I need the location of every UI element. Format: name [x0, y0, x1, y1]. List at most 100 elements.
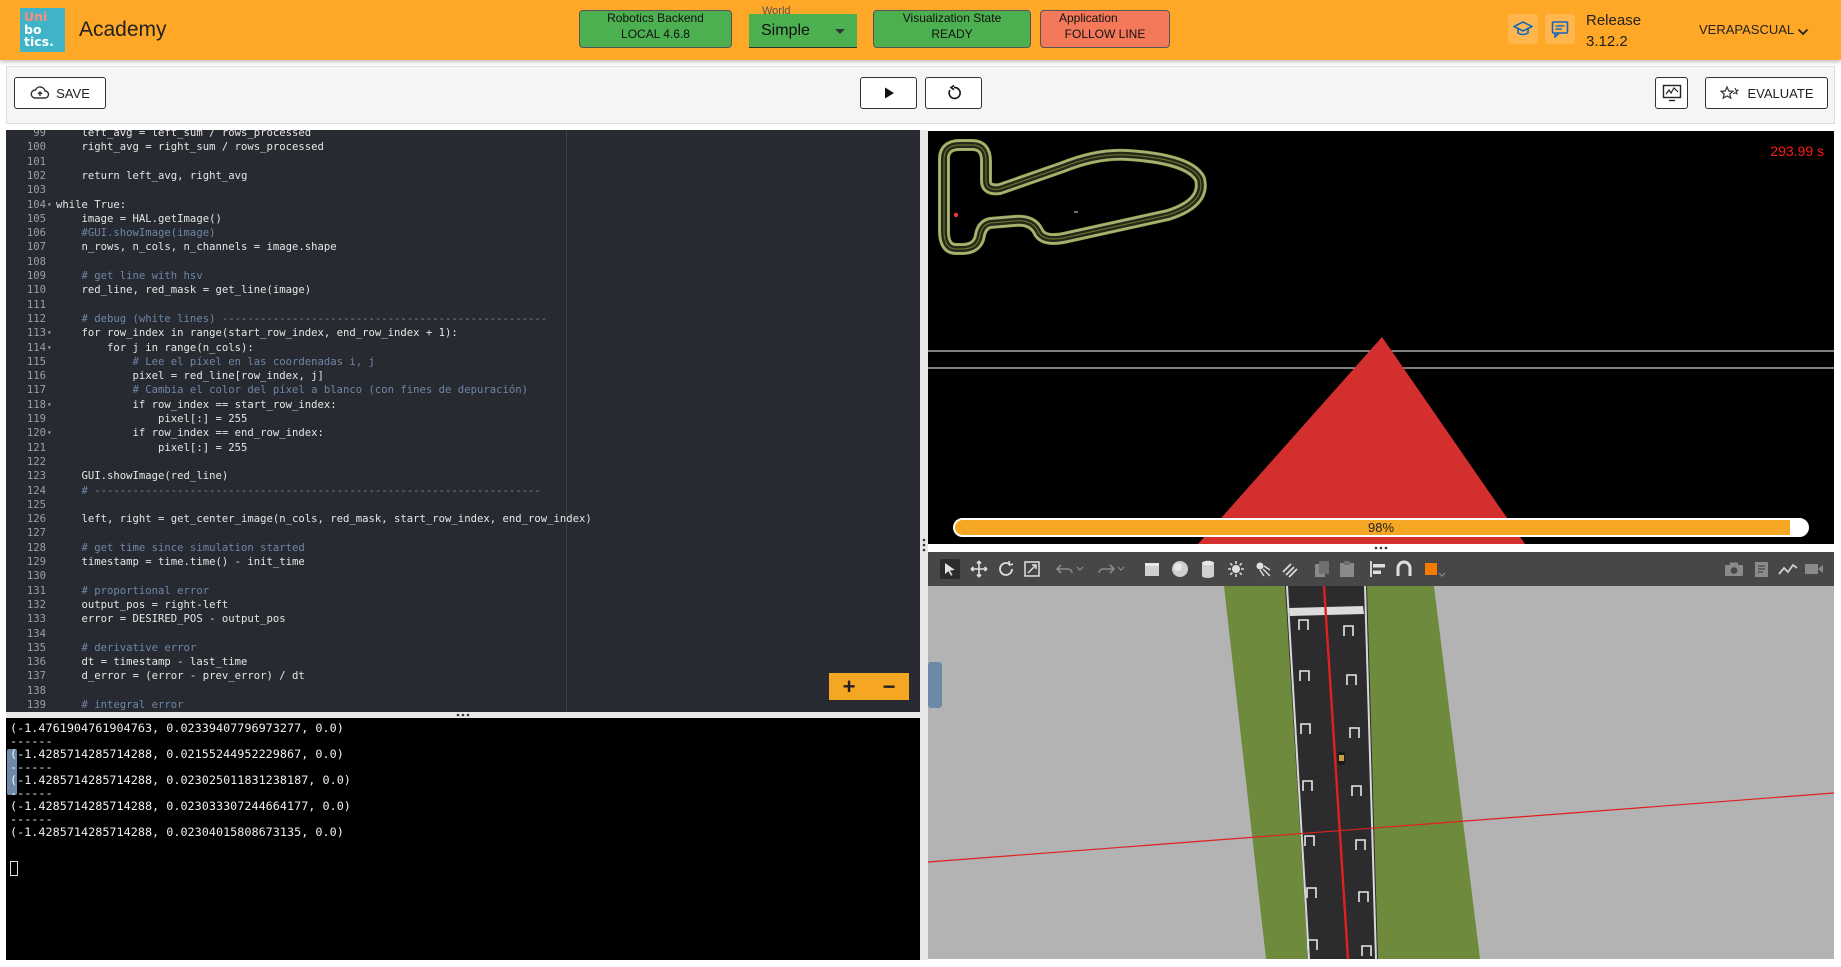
paste-icon[interactable] — [1337, 559, 1357, 579]
code-line[interactable]: 124 # ----------------------------------… — [6, 484, 541, 498]
evaluate-button[interactable]: EVALUATE — [1705, 77, 1828, 109]
robotics-backend-caption: Robotics Backend — [607, 11, 704, 25]
drag-handle-icon[interactable] — [1374, 546, 1388, 550]
spot-light-icon[interactable] — [1253, 559, 1273, 579]
code-line[interactable]: 131 # proportional error — [6, 584, 209, 598]
code-line[interactable]: 103 — [6, 183, 56, 197]
redo-menu-icon[interactable] — [1116, 559, 1126, 579]
application-value: FOLLOW LINE — [1064, 27, 1146, 41]
code-line[interactable]: 138 — [6, 684, 56, 698]
world-select[interactable]: World Simple — [749, 5, 857, 48]
translate-icon[interactable] — [969, 559, 989, 579]
code-text: # integral error — [56, 699, 184, 711]
code-line[interactable]: 126 left, right = get_center_image(n_col… — [6, 512, 592, 526]
log-icon[interactable] — [1752, 559, 1772, 579]
code-line[interactable]: 100 right_avg = right_sum / rows_process… — [6, 140, 324, 154]
view-angle-icon[interactable] — [1422, 559, 1448, 579]
vertical-splitter[interactable] — [920, 130, 928, 960]
code-line[interactable]: 121 pixel[:] = 255 — [6, 441, 247, 455]
code-line[interactable]: 102 return left_avg, right_avg — [6, 169, 247, 183]
code-line[interactable]: 133 error = DESIRED_POS - output_pos — [6, 612, 286, 626]
reset-icon — [947, 85, 961, 100]
code-line[interactable]: 122 — [6, 455, 56, 469]
code-line[interactable]: 108 — [6, 255, 56, 269]
robotics-backend-button[interactable]: Robotics Backend LOCAL 4.6.8 — [579, 10, 732, 48]
code-line[interactable]: 104 ▾ while True: — [6, 198, 126, 212]
camera-screenshot-icon[interactable] — [1724, 559, 1744, 579]
chevron-down-icon[interactable] — [1797, 24, 1809, 42]
visualization-state-button[interactable]: Visualization State READY — [873, 10, 1031, 48]
code-line[interactable]: 106 #GUI.showImage(image) — [6, 226, 216, 240]
zoom-in-button[interactable]: + — [829, 673, 869, 700]
code-line[interactable]: 116 pixel = red_line[row_index, j] — [6, 369, 324, 383]
release-label: Release — [1586, 12, 1642, 29]
user-menu[interactable]: VERAPASCUAL — [1699, 22, 1794, 37]
cylinder-shape-icon[interactable] — [1198, 559, 1218, 579]
code-line[interactable]: 119 pixel[:] = 255 — [6, 412, 247, 426]
copy-icon[interactable] — [1312, 559, 1332, 579]
application-button[interactable]: Application FOLLOW LINE — [1040, 10, 1170, 48]
code-line[interactable]: 114 ▾ for j in range(n_cols): — [6, 341, 254, 355]
monitor-button[interactable] — [1655, 77, 1688, 109]
code-editor[interactable]: 99 left_avg = left_sum / rows_processed 1… — [6, 130, 920, 712]
directional-light-icon[interactable] — [1280, 559, 1300, 579]
undo-menu-icon[interactable] — [1075, 559, 1085, 579]
code-line[interactable]: 99 left_avg = left_sum / rows_processed — [6, 130, 311, 140]
code-line[interactable]: 105 image = HAL.getImage() — [6, 212, 222, 226]
code-line[interactable]: 125 — [6, 498, 56, 512]
snap-magnet-icon[interactable] — [1394, 559, 1414, 579]
plot-icon[interactable] — [1778, 559, 1798, 579]
fold-toggle-icon[interactable]: ▾ — [47, 341, 52, 355]
gazebo-scene[interactable] — [928, 552, 1834, 959]
play-button[interactable] — [860, 77, 917, 109]
graduation-cap-icon[interactable] — [1508, 14, 1538, 44]
code-line[interactable]: 113 ▾ for row_index in range(start_row_in… — [6, 326, 458, 340]
code-line[interactable]: 127 — [6, 526, 56, 540]
reset-button[interactable] — [925, 77, 982, 109]
code-line[interactable]: 134 — [6, 627, 56, 641]
code-line[interactable]: 132 output_pos = right-left — [6, 598, 228, 612]
code-line[interactable]: 117 # Cambia el color del píxel a blanco… — [6, 383, 528, 397]
code-line[interactable]: 139 # integral error — [6, 698, 184, 712]
code-line[interactable]: 129 timestamp = time.time() - init_time — [6, 555, 305, 569]
sphere-shape-icon[interactable] — [1170, 559, 1190, 579]
point-light-icon[interactable] — [1226, 559, 1246, 579]
redo-icon[interactable] — [1096, 559, 1116, 579]
code-line[interactable]: 137 d_error = (error - prev_error) / dt — [6, 669, 305, 683]
line-number: 133 — [26, 613, 46, 626]
select-arrow-icon[interactable] — [940, 559, 960, 579]
fold-toggle-icon[interactable]: ▾ — [47, 398, 52, 412]
box-shape-icon[interactable] — [1142, 559, 1162, 579]
code-line[interactable]: 130 — [6, 569, 56, 583]
align-icon[interactable] — [1368, 559, 1388, 579]
code-text: timestamp = time.time() - init_time — [56, 556, 305, 568]
video-record-icon[interactable] — [1804, 559, 1824, 579]
code-line[interactable]: 118 ▾ if row_index == start_row_index: — [6, 398, 337, 412]
code-line[interactable]: 110 red_line, red_mask = get_line(image) — [6, 283, 311, 297]
code-line[interactable]: 112 # debug (white lines) --------------… — [6, 312, 547, 326]
line-number: 121 — [26, 441, 46, 454]
code-line[interactable]: 109 # get line with hsv — [6, 269, 203, 283]
gazebo-side-handle[interactable] — [928, 662, 942, 708]
code-text: image = HAL.getImage() — [56, 212, 222, 225]
fold-toggle-icon[interactable]: ▾ — [47, 326, 52, 340]
save-button[interactable]: SAVE — [14, 77, 106, 109]
code-line[interactable]: 120 ▾ if row_index == end_row_index: — [6, 426, 324, 440]
undo-icon[interactable] — [1055, 559, 1075, 579]
rotate-icon[interactable] — [996, 559, 1016, 579]
chat-icon[interactable] — [1545, 14, 1575, 44]
unibotics-logo[interactable]: Uni bo tics. — [20, 8, 65, 52]
zoom-out-button[interactable]: − — [869, 673, 909, 700]
code-line[interactable]: 107 n_rows, n_cols, n_channels = image.s… — [6, 240, 337, 254]
code-line[interactable]: 115 # Lee el píxel en las coordenadas i,… — [6, 355, 375, 369]
code-line[interactable]: 111 — [6, 298, 56, 312]
code-line[interactable]: 123 GUI.showImage(red_line) — [6, 469, 228, 483]
code-line[interactable]: 128 # get time since simulation started — [6, 541, 305, 555]
code-line[interactable]: 101 — [6, 155, 56, 169]
fold-toggle-icon[interactable]: ▾ — [47, 426, 52, 440]
code-line[interactable]: 136 dt = timestamp - last_time — [6, 655, 247, 669]
code-line[interactable]: 135 # derivative error — [6, 641, 196, 655]
console-output[interactable]: (-1.4761904761904763, 0.0233940779697327… — [6, 718, 920, 960]
scale-icon[interactable] — [1022, 559, 1042, 579]
fold-toggle-icon[interactable]: ▾ — [47, 198, 52, 212]
